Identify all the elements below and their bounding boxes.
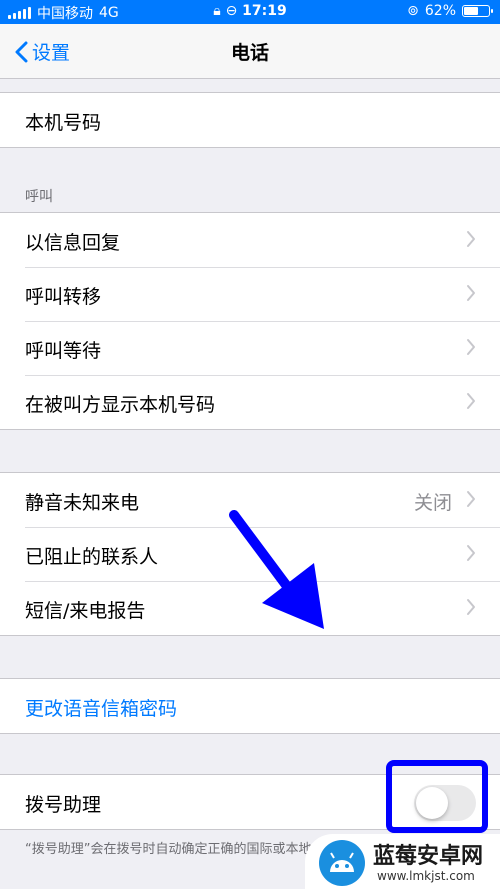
calls-group: 以信息回复 呼叫转移 呼叫等待 在被叫方显示本机号码 [0,212,500,430]
lock-icon: 🔒︎ [213,3,221,19]
chevron-right-icon [467,491,475,507]
watermark: 蓝莓安卓网 www.lmkjst.com [305,834,500,889]
voicemail-group: 更改语音信箱密码 [0,678,500,734]
blocked-contacts-label: 已阻止的联系人 [25,546,159,568]
list-item-show-caller-id[interactable]: 在被叫方显示本机号码 [0,375,500,429]
my-number-group: 本机号码 [0,92,500,148]
status-right: ⊚ 62% [407,3,493,19]
chevron-right-icon [467,285,475,301]
dial-assist-footer: “拨号助理”会在拨号时自动确定正确的国际或本地前缀 [25,842,325,857]
annotation-arrow-icon [229,510,324,629]
status-bar: 中国移动 4G 🔒︎ ⊖ 17:19 ⊚ 62% [0,0,500,24]
list-item-call-waiting[interactable]: 呼叫等待 [0,321,500,375]
my-number-row[interactable]: 本机号码 [0,93,500,147]
page-title: 电话 [230,42,269,64]
reply-with-message-label: 以信息回复 [25,232,121,254]
battery-icon [462,5,493,17]
silence-unknown-label: 静音未知来电 [25,492,140,514]
list-item-reply-with-message[interactable]: 以信息回复 [0,213,500,267]
chevron-right-icon [467,599,475,615]
chevron-right-icon [467,231,475,247]
battery-percent: 62% [424,3,456,19]
change-voicemail-password-link[interactable]: 更改语音信箱密码 [25,694,177,721]
time-label: 17:19 [242,3,287,19]
watermark-title: 蓝莓安卓网 [373,844,484,869]
change-voicemail-password-row[interactable]: 更改语音信箱密码 [0,679,500,733]
highlight-box [386,760,488,833]
link-icon: ⊖ [225,3,238,19]
call-waiting-label: 呼叫等待 [25,340,102,362]
chevron-right-icon [467,393,475,409]
navigation-bar: 设置 电话 [0,24,500,79]
orientation-lock-icon: ⊚ [407,3,419,19]
sms-call-report-label: 短信/来电报告 [25,600,146,622]
watermark-url: www.lmkjst.com [377,869,475,883]
call-forwarding-label: 呼叫转移 [25,286,102,308]
calls-section-header: 呼叫 [25,189,53,205]
list-item-call-forwarding[interactable]: 呼叫转移 [0,267,500,321]
show-caller-id-label: 在被叫方显示本机号码 [25,394,216,416]
my-number-label: 本机号码 [25,112,102,134]
android-logo-icon [319,840,365,886]
dial-assist-label: 拨号助理 [25,794,102,816]
chevron-right-icon [467,545,475,561]
chevron-right-icon [467,339,475,355]
silence-unknown-value: 关闭 [413,492,452,514]
battery-fill [464,7,478,15]
